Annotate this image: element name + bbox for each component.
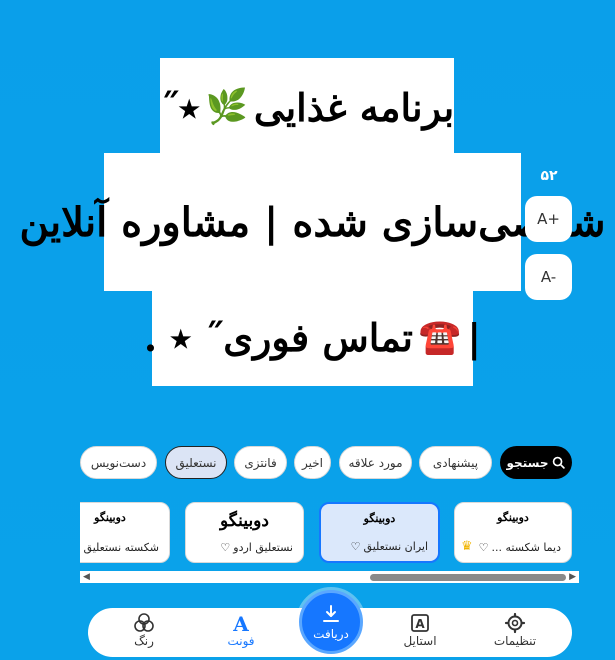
font-card[interactable]: دوبینگو ایران نستعلیق ♡ (319, 502, 440, 563)
scroll-thumb[interactable] (370, 574, 566, 581)
chip-nastaliq[interactable]: نستعلیق (165, 446, 227, 479)
preview-line-1-tail: ٭˝ (159, 84, 200, 130)
font-sample: دوبینگو (363, 512, 396, 525)
font-a-icon: A (232, 612, 249, 634)
increase-size-button[interactable]: A+ (525, 196, 572, 242)
style-a-icon: A (411, 614, 429, 632)
search-button[interactable]: جستجو (500, 446, 572, 479)
font-size-value: ۵۲ (540, 168, 558, 184)
font-list[interactable]: دوبینگو ♛ دیما شکسته ... ♡ دوبینگو ایران… (80, 502, 572, 566)
preview-line-2[interactable]: شخصی‌سازی شده | مشاوره آنلاین (20, 153, 606, 291)
font-card[interactable]: دوبینگو شکسته نستعلیق ♡ (80, 502, 170, 563)
scroll-right-icon[interactable]: ▶ (569, 572, 576, 582)
font-sample: دوبینگو (497, 511, 529, 524)
telephone-icon: ☎️ (418, 317, 462, 357)
preview-line-1[interactable]: برنامه غذایی 🌿 ٭˝ (160, 58, 454, 156)
nav-color-label: رنگ (134, 634, 154, 648)
chip-handwritten[interactable]: دست‌نویس (80, 446, 157, 479)
scroll-left-icon[interactable]: ◀ (83, 572, 90, 582)
search-label: جستجو (506, 455, 549, 470)
nav-style-label: استایل (403, 634, 437, 648)
download-button[interactable]: دریافت (299, 590, 363, 654)
font-name-label: نستعلیق اردو (233, 541, 293, 554)
nav-font-label: فونت (227, 634, 255, 648)
category-chips: جستجو پیشنهادی مورد علاقه اخیر فانتزی نس… (80, 446, 572, 480)
font-name: دیما شکسته ... ♡ (479, 541, 561, 554)
nav-style[interactable]: A استایل (385, 612, 455, 648)
svg-text:A: A (232, 612, 249, 634)
download-label: دریافت (313, 626, 349, 641)
chip-favorites[interactable]: مورد علاقه (339, 446, 412, 479)
decrease-size-button[interactable]: A- (525, 254, 572, 300)
chip-recent[interactable]: اخیر (294, 446, 331, 479)
font-sample: دوبینگو (220, 511, 269, 531)
nav-settings-label: تنظیمات (493, 634, 537, 648)
nav-settings[interactable]: تنظیمات (480, 612, 550, 648)
horizontal-scrollbar[interactable]: ◀ ▶ (80, 571, 579, 583)
heart-icon[interactable]: ♡ (220, 541, 230, 554)
font-card[interactable]: دوبینگو نستعلیق اردو ♡ (185, 502, 304, 563)
preview-line-2-text: شخصی‌سازی شده | مشاوره آنلاین (19, 198, 606, 246)
font-name: نستعلیق اردو ♡ (192, 541, 293, 554)
font-name: شکسته نستعلیق ♡ (80, 541, 159, 554)
chip-fantasy[interactable]: فانتزی (234, 446, 287, 479)
preview-line-1-text: برنامه غذایی (253, 84, 455, 130)
heart-icon[interactable]: ♡ (80, 541, 81, 554)
color-circles-icon (134, 613, 154, 632)
font-name: ایران نستعلیق ♡ (327, 540, 428, 553)
chip-suggested[interactable]: پیشنهادی (419, 446, 492, 479)
font-name-label: دیما شکسته ... (491, 541, 561, 554)
crown-icon: ♛ (461, 539, 473, 554)
heart-icon[interactable]: ♡ (479, 541, 489, 554)
font-name-label: ایران نستعلیق (363, 540, 428, 553)
nav-font[interactable]: A فونت (206, 612, 276, 648)
svg-text:A: A (415, 617, 425, 631)
font-card[interactable]: دوبینگو ♛ دیما شکسته ... ♡ (454, 502, 572, 563)
preview-line-3[interactable]: | ☎️ تماس فوری˝ ٭ . (144, 288, 481, 386)
heart-icon[interactable]: ♡ (351, 540, 361, 553)
preview-line-3-text: تماس فوری˝ ٭ . (143, 314, 413, 360)
nav-color[interactable]: رنگ (109, 612, 179, 648)
font-sample: دوبینگو (94, 511, 126, 524)
gear-icon (504, 612, 526, 634)
font-name-label: شکسته نستعلیق (83, 541, 159, 554)
download-icon (323, 604, 339, 622)
search-icon (553, 456, 566, 469)
leaf-icon: 🌿 (205, 87, 248, 127)
preview-line-3-head: | (467, 314, 482, 360)
